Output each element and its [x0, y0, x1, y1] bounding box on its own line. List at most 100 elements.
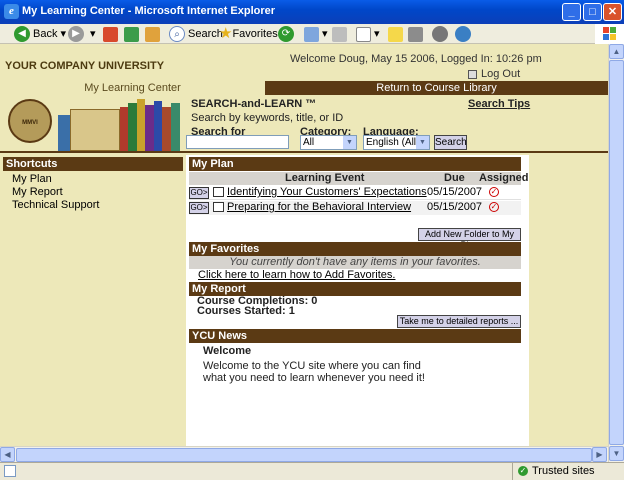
go-button[interactable]: GO>	[189, 187, 209, 199]
search-title: SEARCH-and-LEARN ™	[191, 98, 317, 110]
computer-icon	[213, 187, 224, 197]
search-panel: MMVI SEARCH-and-LEARN ™ Search Tips Sear…	[0, 95, 608, 153]
col-learning-event: Learning Event	[285, 172, 365, 184]
search-tips-link[interactable]: Search Tips	[468, 98, 530, 110]
welcome-text: Welcome Doug, May 15 2006, Logged In: 10…	[290, 53, 542, 65]
due-date: 05/15/2007	[427, 201, 483, 213]
refresh-icon	[124, 26, 139, 42]
sidebar: Shortcuts My Plan My Report Technical Su…	[0, 155, 186, 446]
trusted-check-icon: ✓	[518, 466, 528, 476]
people-icon	[455, 26, 471, 43]
forward-button[interactable]: ▶ ▾	[68, 25, 96, 43]
scroll-down-arrow-icon[interactable]: ▼	[609, 446, 624, 461]
note-icon	[388, 26, 403, 42]
history-button[interactable]: ⟳	[278, 25, 297, 43]
edit-button[interactable]: ▾	[356, 25, 380, 43]
scroll-up-arrow-icon[interactable]: ▲	[609, 44, 624, 59]
category-select[interactable]: All ▼	[300, 135, 357, 150]
search-input[interactable]	[186, 135, 289, 149]
scroll-left-arrow-icon[interactable]: ◀	[0, 447, 15, 462]
horizontal-scrollbar[interactable]: ◀ ▶	[0, 446, 608, 462]
university-seal: MMVI	[8, 99, 52, 143]
page-icon	[4, 465, 16, 477]
sidebar-item-my-report[interactable]: My Report	[12, 186, 63, 198]
tab-my-learning-center[interactable]: My Learning Center	[0, 81, 265, 95]
chevron-down-icon: ▼	[343, 136, 356, 149]
table-row: GO> Identifying Your Customers' Expectat…	[189, 186, 521, 200]
learning-event-link[interactable]: Preparing for the Behavioral Interview	[227, 201, 411, 213]
assigned-check-icon: ✓	[489, 187, 499, 197]
computer-icon	[213, 202, 224, 212]
close-button[interactable]: ✕	[603, 3, 622, 21]
title-bar: e My Learning Center - Microsoft Interne…	[0, 0, 624, 24]
news-line-2: what you need to learn whenever you need…	[203, 372, 425, 384]
mail-icon	[304, 26, 319, 42]
add-favorites-help-link[interactable]: Click here to learn how to Add Favorites…	[198, 269, 395, 281]
home-button[interactable]	[145, 25, 160, 43]
shortcuts-header: Shortcuts	[3, 157, 183, 171]
right-column	[529, 155, 608, 446]
scroll-right-arrow-icon[interactable]: ▶	[592, 447, 607, 462]
my-report-header: My Report	[189, 282, 521, 296]
status-bar: ✓ Trusted sites	[0, 462, 624, 480]
my-favorites-header: My Favorites	[189, 242, 521, 256]
mail-button[interactable]: ▾	[304, 25, 328, 43]
plan-table-header: Learning Event Due Assigned	[189, 172, 529, 185]
search-button[interactable]: ⌕ Search	[169, 25, 223, 43]
detailed-reports-button[interactable]: Take me to detailed reports ...	[397, 315, 521, 328]
language-select[interactable]: English (All) ▼	[363, 135, 430, 150]
search-icon: ⌕	[169, 26, 185, 43]
add-folder-button[interactable]: Add New Folder to My Plan	[418, 228, 521, 250]
stop-button[interactable]	[103, 25, 118, 43]
back-arrow-icon: ◀	[14, 26, 30, 43]
favorites-empty-message: You currently don't have any items in yo…	[189, 256, 521, 269]
people-button[interactable]	[455, 25, 474, 43]
sidebar-item-my-plan[interactable]: My Plan	[12, 173, 52, 185]
main-content: My Plan Learning Event Due Assigned GO> …	[186, 155, 529, 446]
search-submit-button[interactable]: Search	[434, 135, 467, 150]
favorites-button[interactable]: ★Favorites	[219, 25, 278, 43]
vertical-scrollbar[interactable]: ▲ ▼	[608, 44, 624, 462]
print-icon	[332, 26, 347, 42]
star-icon: ★	[219, 25, 233, 43]
stop-icon	[103, 26, 118, 42]
security-zone: Trusted sites	[532, 465, 595, 477]
notes-button[interactable]	[388, 25, 403, 43]
word-icon	[356, 26, 371, 42]
assigned-check-icon: ✓	[489, 202, 499, 212]
messenger-button[interactable]	[432, 25, 451, 43]
news-line-1: Welcome to the YCU site where you can fi…	[203, 360, 421, 372]
tab-return-course-library[interactable]: Return to Course Library	[265, 81, 608, 95]
history-icon: ⟳	[278, 26, 294, 43]
sidebar-item-technical-support[interactable]: Technical Support	[12, 199, 99, 211]
maximize-button[interactable]: □	[583, 3, 602, 21]
table-row: GO> Preparing for the Behavioral Intervi…	[189, 201, 521, 215]
back-button[interactable]: ◀ Back ▾	[14, 25, 66, 43]
research-icon	[408, 26, 423, 42]
company-name: YOUR COMPANY UNIVERSITY	[5, 60, 165, 72]
scroll-thumb[interactable]	[16, 448, 592, 462]
col-due: Due	[444, 172, 465, 184]
logout-icon	[468, 69, 477, 79]
news-heading: Welcome	[203, 345, 252, 357]
tab-bar: My Learning Center Return to Course Libr…	[0, 81, 608, 95]
print-button[interactable]	[332, 25, 347, 43]
refresh-button[interactable]	[124, 25, 139, 43]
scroll-thumb[interactable]	[609, 60, 624, 445]
search-subtitle: Search by keywords, title, or ID	[191, 112, 344, 124]
ie-icon: e	[4, 4, 19, 19]
forward-arrow-icon: ▶	[68, 26, 84, 43]
logout-link[interactable]: Log Out	[468, 68, 520, 80]
col-assigned: Assigned	[479, 172, 529, 184]
go-button[interactable]: GO>	[189, 202, 209, 214]
chevron-down-icon: ▼	[416, 136, 429, 149]
my-plan-header: My Plan	[189, 157, 521, 171]
due-date: 05/15/2007	[427, 186, 483, 198]
research-button[interactable]	[408, 25, 423, 43]
home-icon	[145, 26, 160, 42]
minimize-button[interactable]: _	[562, 3, 581, 21]
learning-event-link[interactable]: Identifying Your Customers' Expectations	[227, 186, 427, 198]
chat-icon	[432, 26, 448, 43]
books-logo: MMVI	[6, 97, 182, 151]
browser-toolbar: ◀ Back ▾ ▶ ▾ ⌕ Search ★Favorites ⟳ ▾ ▾	[0, 24, 624, 44]
